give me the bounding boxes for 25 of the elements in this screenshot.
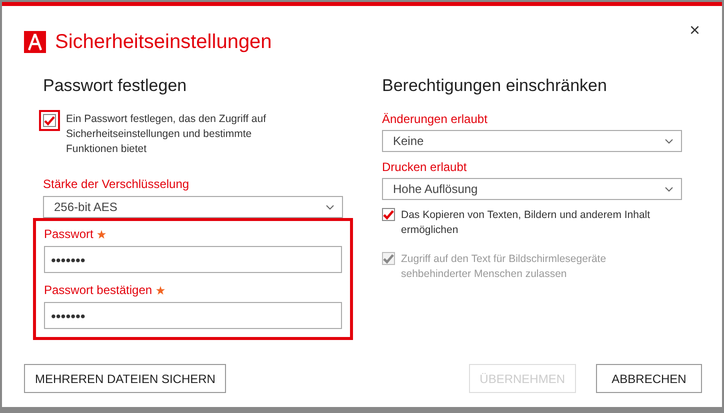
checkbox-label: Das Kopieren von Texten, Bildern und anderem Inhalt ermöglichen <box>401 208 652 238</box>
dropdown[interactable]: Hohe Auflösung <box>382 178 682 200</box>
checkbox[interactable] <box>382 208 395 221</box>
window-title: Sicherheitseinstellungen <box>55 30 272 54</box>
caret-icon <box>665 186 673 192</box>
encryption-dropdown[interactable]: 256-bit AES <box>43 196 343 218</box>
section-heading: Passwort festlegen <box>43 76 188 96</box>
dropdown[interactable]: Keine <box>382 130 682 152</box>
dialog-button[interactable]: ABBRECHEN <box>596 364 702 393</box>
close-button[interactable]: × <box>685 20 704 41</box>
app-logo-icon <box>24 31 46 53</box>
field-label: Passwort <box>44 227 94 241</box>
field-label: Drucken erlaubt <box>382 160 468 174</box>
field-label: Passwort bestätigen <box>44 283 152 297</box>
field-label: Änderungen erlaubt <box>382 112 488 126</box>
password-field[interactable]: ••••••• <box>44 302 342 329</box>
checkbox[interactable] <box>43 114 56 127</box>
section-heading: Berechtigungen einschränken <box>382 76 608 96</box>
caret-icon <box>665 138 673 144</box>
checkbox-label: Ein Passwort festlegen, das den Zugriff auf Sicherheitseinstellungen und bestimmte Funktionen bietet <box>66 112 268 157</box>
password-field[interactable]: ••••••• <box>44 246 342 273</box>
caret-icon <box>326 204 334 210</box>
checkbox-label: Zugriff auf den Text für Bildschirmlesegeräte sehbehinderter Menschen zulassen <box>401 252 608 282</box>
field-label: Stärke der Verschlüsselung <box>43 177 190 191</box>
save-multiple-button[interactable]: MEHREREN DATEIEN SICHERN <box>24 364 226 393</box>
